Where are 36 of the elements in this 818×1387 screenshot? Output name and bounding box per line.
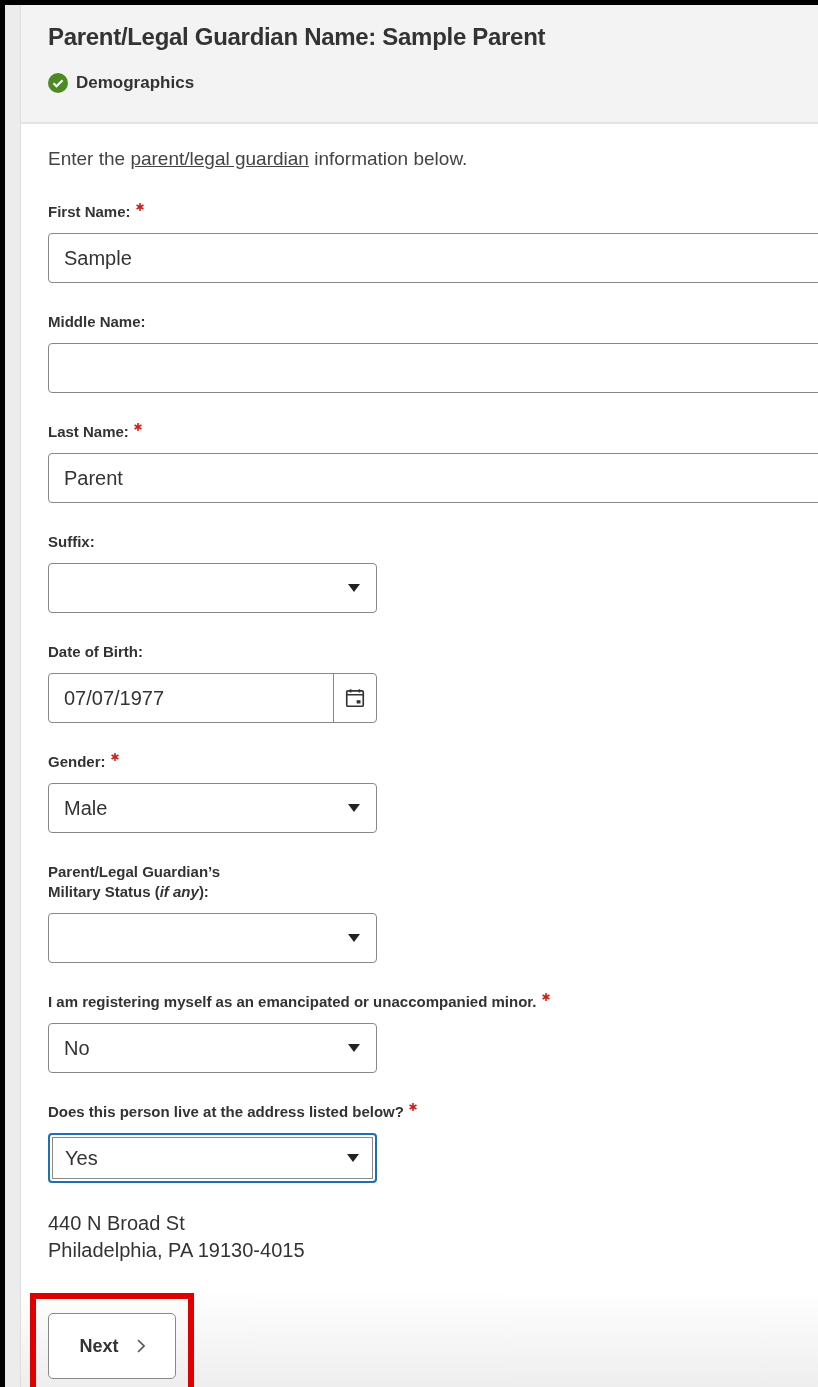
field-label: Middle Name: xyxy=(48,312,147,332)
field-label: I am registering myself as an emancipated or unaccompanied minor. xyxy=(48,992,818,1012)
text-field[interactable] xyxy=(48,343,818,393)
required-icon xyxy=(135,203,144,211)
dropdown[interactable]: Male xyxy=(48,783,377,833)
field-label: Gender: xyxy=(48,752,818,772)
address-line: 440 N Broad St xyxy=(48,1211,186,1236)
field-label: Parent/Legal Guardian’s Military Status (if any): xyxy=(48,862,221,902)
intro-text: Enter the parent/legal guardian information below. xyxy=(48,148,469,170)
next-button[interactable]: Next xyxy=(48,1313,176,1379)
required-icon xyxy=(133,423,142,431)
required-icon xyxy=(110,753,119,761)
field-label: Suffix: xyxy=(48,532,96,552)
field-label: Date of Birth: xyxy=(48,642,144,662)
caret-icon xyxy=(348,934,360,942)
page-title: Parent/Legal Guardian Name: Sample Parent xyxy=(48,23,547,51)
chevron-right-icon xyxy=(136,1339,145,1353)
field-label: Does this person live at the address listed below? xyxy=(48,1102,818,1122)
dropdown[interactable]: Yes xyxy=(48,1133,377,1183)
dropdown[interactable] xyxy=(48,913,377,963)
caret-icon xyxy=(348,804,360,812)
text-field[interactable]: Sample xyxy=(48,233,818,283)
field-label: Last Name: xyxy=(48,422,818,442)
caret-icon xyxy=(348,1044,360,1052)
dropdown[interactable]: No xyxy=(48,1023,377,1073)
dropdown[interactable] xyxy=(48,563,377,613)
step-label[interactable]: Demographics xyxy=(76,73,195,93)
required-icon xyxy=(541,993,550,1001)
address-line: Philadelphia, PA 19130-4015 xyxy=(48,1238,306,1263)
date-field[interactable]: 07/07/1977 xyxy=(48,673,377,723)
field-label: First Name: xyxy=(48,202,818,222)
required-icon xyxy=(408,1103,417,1111)
text-field[interactable]: Parent xyxy=(48,453,818,503)
caret-icon xyxy=(348,584,360,592)
glossary-link[interactable]: parent/legal guardian xyxy=(130,148,309,169)
caret-icon xyxy=(347,1154,359,1162)
